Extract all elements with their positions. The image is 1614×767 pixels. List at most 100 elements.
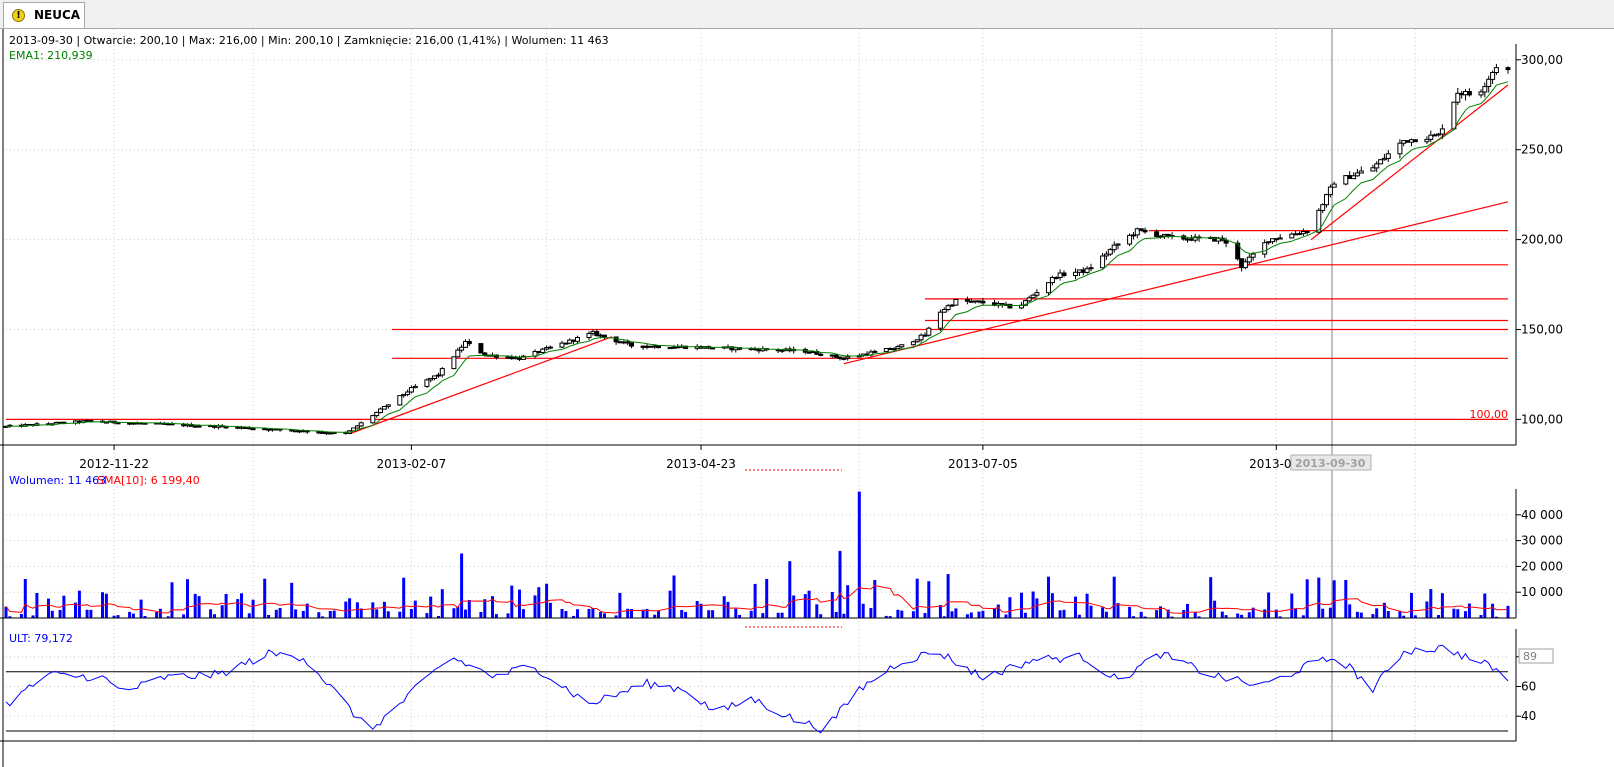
volume-bar — [603, 613, 606, 618]
candle-body — [953, 299, 959, 306]
sma-line — [5, 584, 1509, 614]
volume-bar — [1128, 606, 1132, 618]
candle-body — [1486, 78, 1492, 87]
volume-bar — [1116, 603, 1120, 618]
volume-bar — [807, 590, 811, 618]
volume-bar — [483, 599, 487, 618]
volume-bar — [815, 604, 819, 618]
volume-bar — [1452, 608, 1456, 618]
volume-bar — [247, 613, 251, 618]
volume-bar — [1047, 576, 1050, 618]
volume-label: Wolumen: 11 463 — [9, 474, 106, 487]
volume-bar — [85, 609, 89, 618]
candle-body — [1026, 297, 1032, 302]
volume-bar — [1139, 611, 1143, 618]
trend-lines[interactable] — [349, 84, 1509, 435]
chart-area[interactable]: 100,00 150,00 200,00 250,00 300,00 10 000 20 0… — [0, 29, 1614, 767]
x-tick-label: 2013-07-05 — [948, 457, 1018, 471]
candle-body — [1142, 229, 1148, 233]
volume-bar — [382, 601, 386, 618]
volume-bar — [413, 600, 417, 618]
volume-bar — [927, 581, 931, 618]
volume-bar — [788, 561, 792, 618]
candle-body — [1250, 253, 1256, 258]
candle-body — [980, 300, 986, 304]
volume-bar — [996, 604, 1000, 618]
volume-bar — [707, 610, 711, 618]
volume-bar — [591, 608, 595, 618]
volume-bar — [896, 609, 900, 618]
volume-bar — [1328, 607, 1332, 618]
volume-bar — [1104, 611, 1108, 618]
candle-body — [1115, 243, 1121, 246]
x-tick-label: 2012-11-22 — [79, 457, 149, 471]
volume-bar — [518, 589, 521, 618]
sma-label: SMA[10]: 6 199,40 — [97, 474, 200, 487]
volume-bar — [776, 612, 780, 618]
volume-bar — [792, 595, 796, 618]
volume-bar — [1186, 603, 1189, 618]
candle-body — [602, 334, 607, 338]
candle-body — [1084, 268, 1090, 273]
volume-bar — [1321, 608, 1325, 618]
candle-body — [1246, 256, 1252, 263]
volume-bar — [467, 600, 471, 618]
volume-bar — [186, 579, 189, 618]
volume-bar — [506, 613, 510, 618]
volume-bar — [1467, 603, 1471, 618]
volume-bar — [684, 611, 688, 618]
volume-bar — [761, 613, 765, 618]
price-info-line: 2013-09-30 | Otwarcie: 200,10 | Max: 216… — [9, 34, 609, 47]
candle-body — [1100, 255, 1106, 269]
candle-body — [1358, 170, 1364, 174]
volume-tick-label: 30 000 — [1521, 534, 1563, 548]
info-max: 216,00 — [219, 34, 258, 47]
tab-bar: ! NEUCA — [0, 0, 1614, 29]
candle-body — [1277, 237, 1283, 240]
volume-bar — [209, 609, 213, 618]
volume-bar — [576, 609, 579, 618]
volume-bar — [1317, 577, 1321, 618]
volume-bar — [47, 598, 50, 618]
volume-bar — [236, 599, 240, 618]
candle-body — [1324, 194, 1329, 206]
candle-body — [937, 311, 943, 329]
candle-body — [926, 327, 932, 336]
volume-bar — [861, 603, 865, 618]
tab-neuca[interactable]: ! NEUCA — [3, 2, 85, 28]
volume-bar — [564, 611, 568, 618]
volume-bar — [213, 614, 216, 618]
volume-bar — [834, 611, 838, 618]
volume-bar — [1483, 593, 1487, 618]
volume-bar — [1023, 612, 1027, 618]
candle-body — [629, 342, 634, 347]
candle-body — [1412, 139, 1418, 143]
volume-bar — [780, 612, 784, 618]
trend-line — [1310, 84, 1509, 241]
candle-body — [656, 345, 661, 349]
volume-bar — [954, 608, 958, 618]
volume-bar — [398, 611, 402, 618]
candle-body — [115, 422, 121, 425]
volume-bar — [1410, 592, 1413, 618]
volume-bar — [328, 611, 332, 618]
volume-bar — [89, 609, 93, 618]
volume-bar — [479, 612, 483, 618]
volume-bar — [1371, 614, 1375, 618]
volume-bar — [1290, 593, 1294, 618]
candles — [3, 63, 1511, 435]
volume-bar — [348, 598, 352, 618]
horizontal-levels[interactable] — [6, 230, 1508, 420]
candle-body — [1505, 67, 1511, 71]
candle-body — [130, 422, 136, 425]
volume-bar — [23, 579, 27, 618]
candle-body — [408, 387, 414, 393]
candle-body — [242, 427, 248, 429]
volume-bar — [749, 610, 753, 618]
volume-bar — [1348, 604, 1352, 618]
volume-tick-label: 10 000 — [1521, 585, 1563, 599]
volume-bar — [846, 585, 850, 618]
volume-bar — [1305, 579, 1309, 618]
candle-body — [1046, 282, 1051, 294]
volume-bar — [521, 609, 525, 618]
